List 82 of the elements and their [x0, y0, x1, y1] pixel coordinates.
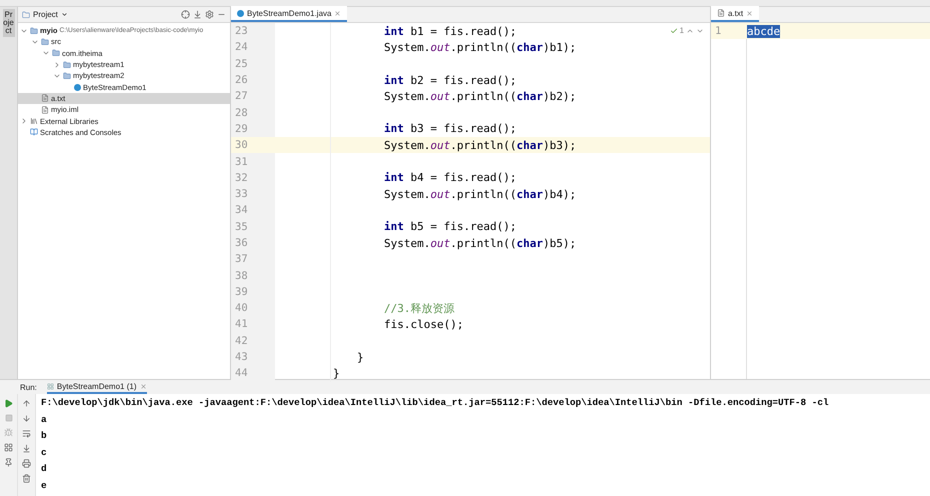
line-number: 31 [231, 153, 275, 170]
folder-icon [63, 72, 71, 80]
code-line: } [333, 366, 340, 380]
line-number: 27 [231, 88, 275, 104]
close-icon[interactable] [334, 10, 342, 16]
grid-icon [46, 382, 54, 390]
line-number: 24 [231, 39, 275, 56]
line-number: 41 [231, 316, 275, 333]
line-number: 38 [231, 267, 275, 284]
arrow-up-icon[interactable] [22, 399, 31, 408]
pin-icon[interactable] [4, 458, 13, 467]
line-number: 43 [231, 348, 275, 366]
crosshair-icon[interactable] [181, 10, 190, 19]
folder-icon [30, 26, 38, 35]
inspection-count[interactable]: 1 [680, 26, 684, 35]
code-line: fis.close(); [384, 318, 464, 331]
line-number: 26 [231, 72, 275, 88]
line-number: 23 [231, 23, 275, 40]
run-tab[interactable]: ByteStreamDemo1 (1) [46, 380, 146, 394]
code-line: int b5 = fis.read(); [384, 220, 516, 234]
scroll-end-icon[interactable] [22, 444, 31, 453]
chevron-down-icon[interactable] [60, 11, 68, 18]
chevron-right-icon[interactable] [53, 60, 61, 69]
line-number: 28 [231, 104, 275, 121]
line-number: 35 [231, 218, 275, 235]
close-icon[interactable] [746, 10, 754, 16]
file-icon [717, 9, 725, 17]
arrow-down-icon[interactable] [22, 414, 31, 423]
console-line: a [41, 414, 48, 426]
chevron-right-icon[interactable] [20, 117, 28, 126]
line-number: 25 [231, 56, 275, 72]
run-label: Run: [20, 382, 37, 392]
line-number: 32 [231, 170, 275, 186]
layout-icon[interactable] [4, 443, 13, 452]
editor-tab[interactable]: ByteStreamDemo1.java [231, 6, 348, 22]
console-line: c [41, 446, 48, 460]
code-line: int b2 = fis.read(); [384, 74, 516, 87]
code-line: int b3 = fis.read(); [384, 122, 516, 136]
code-line: System.out.println((char)b1); [384, 40, 576, 54]
line-number: 29 [231, 120, 275, 138]
line-number: 1 [714, 25, 722, 37]
console-line: e [41, 480, 48, 492]
line-number: 44 [231, 365, 275, 382]
close-icon[interactable] [140, 382, 146, 390]
print-icon[interactable] [22, 459, 31, 468]
folder-icon [63, 60, 71, 69]
code-line: System.out.println((char)b4); [384, 188, 576, 201]
line-number: 42 [231, 332, 275, 349]
file-icon [41, 106, 49, 114]
folder-icon [22, 10, 30, 18]
code-line: } [357, 350, 364, 364]
editor-tab[interactable]: a.txt [711, 6, 760, 22]
code-line: //3.释放资源 [384, 300, 454, 316]
project-view-dropdown[interactable]: Project [33, 10, 58, 19]
line-number: 37 [231, 251, 275, 268]
line-number: 36 [231, 234, 275, 252]
trash-icon[interactable] [22, 474, 31, 483]
scratch-icon [30, 128, 38, 136]
collapse-icon[interactable] [193, 10, 202, 19]
settings-icon[interactable] [205, 10, 214, 19]
check-icon [670, 26, 678, 34]
file-icon [41, 94, 49, 102]
run-icon[interactable] [4, 399, 13, 408]
library-icon [30, 117, 38, 126]
code-line: System.out.println((char)b5); [384, 236, 576, 250]
folder-icon [52, 49, 60, 58]
console-line: d [41, 463, 48, 476]
code-line: int b1 = fis.read(); [384, 24, 516, 38]
line-number: 33 [231, 186, 275, 202]
line-number: 40 [231, 300, 275, 316]
console-line: F:\develop\jdk\bin\java.exe -javaagent:F:\develop\idea\IntelliJ\lib\idea_rt.jar=55112:F:\develop\idea\IntelliJ\bin -Dfile.encoding=UTF-8 -cl [41, 397, 830, 410]
wrap-icon[interactable] [22, 429, 31, 438]
code-line: System.out.println((char)b2); [384, 90, 576, 103]
code-line: int b4 = fis.read(); [384, 171, 516, 184]
class-icon [74, 84, 81, 91]
code-line: System.out.println((char)b3); [384, 138, 576, 152]
line-number: 34 [231, 202, 275, 219]
folder-icon [41, 38, 49, 46]
console-line: b [41, 430, 48, 443]
project-tool-tab[interactable]: Project [2, 9, 14, 37]
class-icon [237, 10, 244, 16]
line-number: 39 [231, 284, 275, 300]
